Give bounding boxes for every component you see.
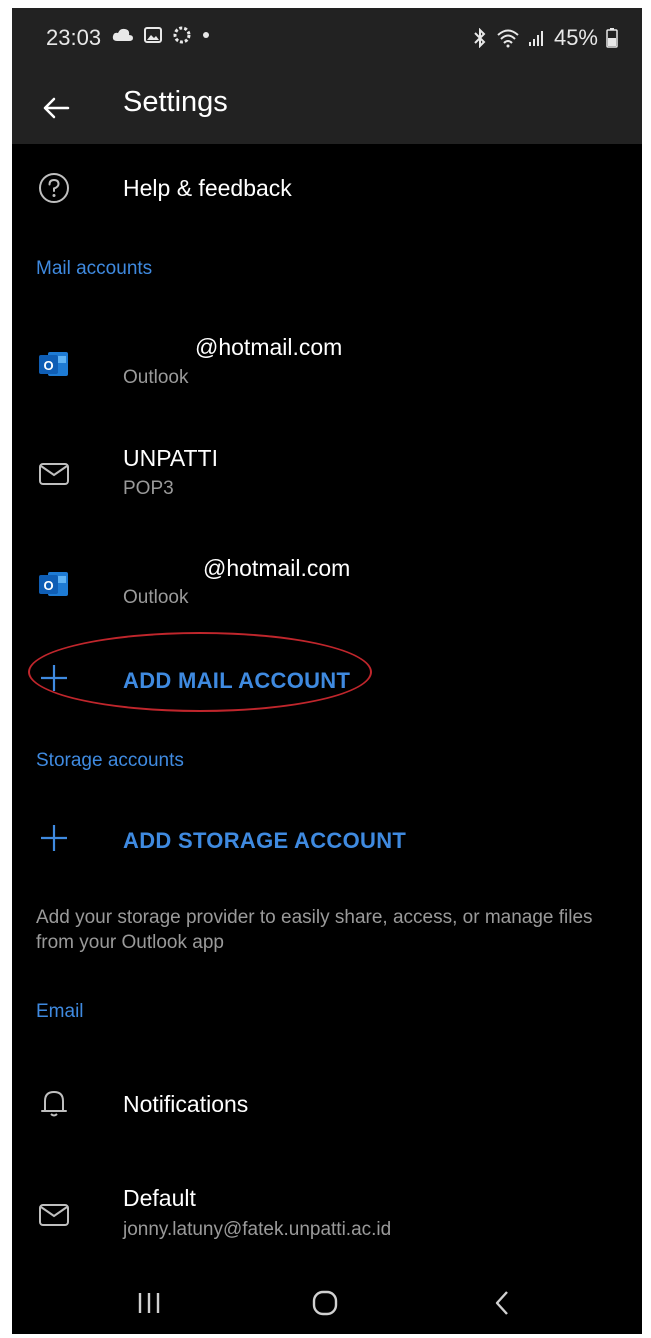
account-name: UNPATTI xyxy=(123,445,218,471)
outlook-icon: O xyxy=(39,352,68,376)
storage-accounts-header: Storage accounts xyxy=(36,750,184,771)
mail-account-item[interactable]: UNPATTI POP3 xyxy=(12,428,642,518)
back-arrow-icon[interactable] xyxy=(38,90,74,126)
svg-text:O: O xyxy=(43,358,53,373)
notifications-item[interactable]: Notifications xyxy=(12,1073,642,1133)
plus-icon xyxy=(41,825,67,851)
recent-apps-icon[interactable] xyxy=(136,1290,162,1316)
system-navigation-bar xyxy=(12,1274,642,1334)
status-time: 23:03 xyxy=(46,25,102,50)
back-icon[interactable] xyxy=(492,1289,512,1317)
bluetooth-icon xyxy=(474,28,486,48)
image-icon xyxy=(144,27,162,43)
help-feedback-item[interactable]: Help & feedback xyxy=(12,158,642,218)
svg-text:O: O xyxy=(43,578,53,593)
account-email: @hotmail.com xyxy=(195,334,343,360)
bell-icon xyxy=(41,1091,67,1117)
help-icon xyxy=(39,173,69,203)
app-toolbar xyxy=(12,72,642,144)
battery-icon xyxy=(606,28,618,48)
signal-icon xyxy=(528,31,543,46)
notifications-label: Notifications xyxy=(123,1091,249,1117)
mail-account-item[interactable]: O @hotmail.com Outlook xyxy=(12,538,642,628)
phone-screen: 23:03 45% Settings Help & feedback Mail … xyxy=(12,8,642,1334)
dot-icon xyxy=(203,32,209,38)
email-header: Email xyxy=(36,1001,84,1022)
mail-icon xyxy=(39,463,69,485)
wifi-icon xyxy=(497,29,519,48)
highlight-ring xyxy=(28,632,372,712)
page-title: Settings xyxy=(123,86,228,118)
status-icons-left xyxy=(112,25,210,45)
battery-percentage: 45% xyxy=(553,25,598,50)
default-label: Default xyxy=(123,1185,196,1211)
status-icons-right: 45% xyxy=(472,25,618,51)
cloud-icon xyxy=(112,28,133,41)
account-type: POP3 xyxy=(123,478,174,499)
default-email-value: jonny.latuny@fatek.unpatti.ac.id xyxy=(123,1219,392,1240)
home-icon[interactable] xyxy=(311,1289,339,1317)
help-feedback-label: Help & feedback xyxy=(123,175,292,201)
account-type: Outlook xyxy=(123,587,189,608)
mail-icon xyxy=(39,1204,69,1226)
add-storage-account-label: ADD STORAGE ACCOUNT xyxy=(123,828,407,853)
default-account-item[interactable]: Default jonny.latuny@fatek.unpatti.ac.id xyxy=(12,1173,642,1253)
mail-accounts-header: Mail accounts xyxy=(36,258,153,279)
storage-description: Add your storage provider to easily shar… xyxy=(36,907,593,953)
mail-account-item[interactable]: O @hotmail.com Outlook xyxy=(12,318,642,408)
sync-icon xyxy=(173,26,191,44)
account-email: @hotmail.com xyxy=(203,555,351,581)
account-type: Outlook xyxy=(123,367,189,388)
status-bar: 23:03 45% xyxy=(12,8,642,72)
add-storage-account-button[interactable]: ADD STORAGE ACCOUNT xyxy=(12,808,642,868)
outlook-icon: O xyxy=(39,572,68,596)
